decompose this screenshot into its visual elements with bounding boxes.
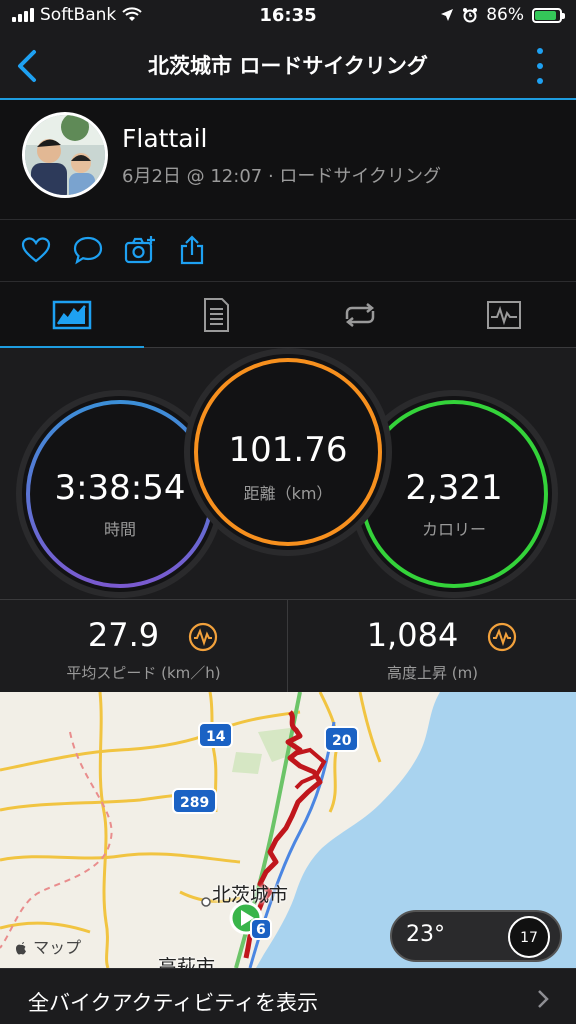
wind-icon: 17	[508, 916, 550, 958]
location-icon	[441, 9, 454, 21]
wind-speed: 17	[520, 930, 538, 946]
activity-owner: Flattail 6月2日 @ 12:07 · ロードサイクリング	[0, 100, 576, 220]
status-bar: SoftBank 16:35 86%	[0, 0, 576, 34]
battery-percent: 86%	[486, 5, 524, 25]
comment-icon[interactable]	[72, 234, 104, 266]
avg-speed[interactable]: 27.9 平均スピード (km／h)	[0, 600, 287, 693]
route-shield: 20	[324, 726, 360, 752]
more-menu-icon[interactable]	[536, 48, 544, 84]
metric-divider	[287, 600, 288, 693]
avatar[interactable]	[22, 112, 108, 198]
camera-add-icon[interactable]	[124, 234, 156, 266]
elevation-gain-label: 高度上昇 (m)	[386, 664, 479, 682]
metrics-row: 27.9 平均スピード (km／h) 1,084 高度上昇 (m)	[0, 599, 576, 693]
trend-icon	[487, 622, 517, 652]
temperature: 23°	[406, 922, 445, 947]
chevron-right-icon	[538, 990, 549, 1008]
all-bike-activities-label: 全バイクアクティビティを表示	[28, 991, 319, 1015]
all-bike-activities-link[interactable]: 全バイクアクティビティを表示	[0, 968, 576, 1024]
user-name[interactable]: Flattail	[122, 124, 207, 153]
city-label: 北茨城市	[212, 884, 289, 906]
route-map[interactable]: 14 20 289 6 北茨城市 高萩市 マップ 23° 17	[0, 692, 576, 968]
map-attribution-text: マップ	[33, 938, 82, 957]
tab-summary[interactable]	[0, 282, 144, 349]
route-shield: 289	[172, 788, 218, 814]
activity-meta: 6月2日 @ 12:07 · ロードサイクリング	[122, 166, 442, 187]
heart-icon[interactable]	[20, 234, 52, 266]
city-label: 高萩市	[158, 956, 216, 968]
summary-rings: 3:38:54 時間 2,321 カロリー 101.76 距離（km）	[0, 348, 576, 598]
apple-logo-icon	[16, 942, 26, 955]
time-ring: 3:38:54 時間	[22, 396, 218, 592]
distance-ring: 101.76 距離（km）	[190, 354, 386, 550]
trend-icon	[188, 622, 218, 652]
time-value: 3:38:54	[54, 468, 186, 508]
route-shield: 14	[198, 722, 234, 748]
back-icon[interactable]	[10, 46, 46, 86]
time-label: 時間	[103, 520, 136, 539]
nav-header: 北茨城市 ロードサイクリング	[0, 34, 576, 98]
map-attribution: マップ	[14, 934, 81, 958]
battery-icon	[532, 7, 565, 23]
elevation-gain[interactable]: 1,084 高度上昇 (m)	[289, 600, 576, 693]
alarm-icon	[463, 8, 478, 23]
tab-details[interactable]	[144, 282, 288, 348]
document-list-icon	[204, 298, 229, 332]
share-icon[interactable]	[176, 234, 208, 266]
tab-charts[interactable]	[432, 282, 576, 348]
page-title: 北茨城市 ロードサイクリング	[148, 54, 428, 78]
distance-value: 101.76	[228, 430, 348, 470]
stats-chart-icon	[52, 300, 92, 330]
social-actions	[0, 220, 576, 282]
loop-icon	[345, 303, 375, 327]
activity-tabs	[0, 282, 576, 349]
weather-badge[interactable]: 23° 17	[390, 910, 562, 962]
avg-speed-label: 平均スピード (km／h)	[66, 664, 221, 682]
graph-icon	[487, 301, 521, 329]
route-shield: 6	[250, 918, 272, 940]
distance-label: 距離（km）	[243, 484, 333, 503]
tab-laps[interactable]	[288, 282, 432, 348]
